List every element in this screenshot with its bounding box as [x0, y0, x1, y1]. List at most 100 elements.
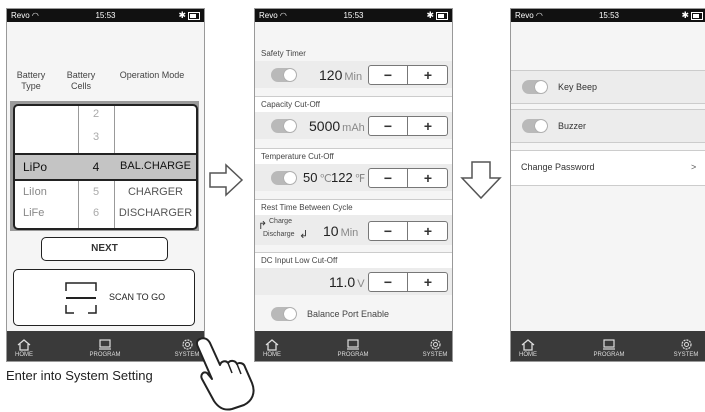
- key-beep-label: Key Beep: [558, 82, 598, 92]
- picker-cell-2[interactable]: 2: [78, 108, 114, 120]
- nav-system[interactable]: SYSTEM: [661, 338, 705, 358]
- status-time: 15:53: [95, 11, 116, 20]
- plus-button[interactable]: +: [409, 222, 447, 240]
- minus-button[interactable]: −: [369, 222, 408, 240]
- temperature-celsius: 50 ℃: [303, 170, 332, 185]
- gear-icon: [429, 339, 441, 350]
- picker-mode-charger[interactable]: CHARGER: [115, 186, 196, 198]
- home-icon: [17, 339, 31, 351]
- change-password-row[interactable]: Change Password >: [511, 150, 705, 186]
- dc-input-value: 11.0 V: [329, 274, 365, 290]
- nav-system-label: SYSTEM: [422, 352, 448, 358]
- screen-system-setting: Revo ◠ 15:53 ✱ Key Beep Buzzer Change Pa…: [510, 8, 705, 362]
- picker-cell-3[interactable]: 3: [78, 131, 114, 143]
- bottom-nav: HOME PROGRAM SYSTEM: [7, 331, 204, 361]
- plus-button[interactable]: +: [409, 273, 447, 291]
- temperature-fahrenheit: 122 ℉: [331, 170, 366, 185]
- picker-type-liion[interactable]: LiIon: [23, 186, 47, 198]
- capacity-stepper[interactable]: − +: [368, 116, 448, 136]
- picker-frame: 2 3 LiPo 4 BAL.CHARGE LiIon 5 CHARGER Li…: [13, 104, 198, 230]
- nav-program-label: PROGRAM: [337, 352, 369, 358]
- temperature-title: Temperature Cut-Off: [255, 148, 452, 165]
- dc-input-stepper[interactable]: − +: [368, 272, 448, 292]
- nav-home[interactable]: HOME: [511, 339, 553, 358]
- picker-cell-5[interactable]: 5: [78, 186, 114, 198]
- plus-button[interactable]: +: [409, 169, 447, 187]
- safety-timer-value: 120 Min: [319, 67, 363, 83]
- plus-button[interactable]: +: [409, 66, 447, 84]
- nav-home-label: HOME: [519, 352, 537, 358]
- minus-button[interactable]: −: [369, 66, 408, 84]
- charge-label: Charge: [269, 218, 292, 225]
- battery-icon: [436, 12, 448, 20]
- minus-button[interactable]: −: [369, 169, 408, 187]
- nav-home-label: HOME: [15, 352, 33, 358]
- status-bar: Revo ◠ 15:53 ✱: [7, 9, 204, 22]
- key-beep-row: Key Beep: [511, 70, 705, 104]
- program-icon: [603, 339, 615, 350]
- gear-icon: [680, 339, 692, 350]
- bluetooth-icon: ✱: [178, 10, 186, 20]
- safety-timer-row: 120 Min − +: [255, 61, 452, 88]
- discharge-label: Discharge: [263, 231, 295, 238]
- rest-time-row: ↱ Charge Discharge ↲ 10 Min − +: [255, 215, 452, 245]
- plus-button[interactable]: +: [409, 117, 447, 135]
- capacity-title: Capacity Cut-Off: [255, 96, 452, 113]
- dc-input-title: DC Input Low Cut-Off: [255, 252, 452, 269]
- picker-mode-discharger[interactable]: DISCHARGER: [115, 207, 196, 219]
- minus-button[interactable]: −: [369, 273, 408, 291]
- picker-selected-row[interactable]: LiPo 4 BAL.CHARGE: [15, 153, 196, 181]
- scan-to-go-label: SCAN TO GO: [109, 292, 166, 302]
- buzzer-label: Buzzer: [558, 121, 587, 131]
- safety-timer-title: Safety Timer: [261, 49, 306, 58]
- safety-timer-toggle[interactable]: [271, 68, 297, 82]
- selected-type: LiPo: [23, 160, 48, 174]
- capacity-value: 5000 mAh: [309, 118, 365, 134]
- discharge-icon: ↲: [299, 229, 309, 241]
- nav-program[interactable]: PROGRAM: [584, 339, 634, 358]
- nav-home[interactable]: HOME: [7, 339, 49, 358]
- bluetooth-icon: ✱: [681, 10, 689, 20]
- bluetooth-icon: ✱: [426, 10, 434, 20]
- picker-cell-6[interactable]: 6: [78, 207, 114, 219]
- hand-pointer-icon: [195, 337, 255, 411]
- safety-timer-stepper[interactable]: − +: [368, 65, 448, 85]
- nav-system[interactable]: SYSTEM: [410, 338, 452, 358]
- status-time: 15:53: [343, 11, 364, 20]
- nav-program-label: PROGRAM: [89, 352, 121, 358]
- battery-icon: [691, 12, 703, 20]
- caption: Enter into System Setting: [6, 368, 153, 383]
- dc-input-row: 11.0 V − +: [255, 268, 452, 295]
- program-icon: [347, 339, 359, 350]
- screen-program-select: Revo ◠ 15:53 ✱ Battery Type Battery Cell…: [6, 8, 205, 362]
- picker-type-life[interactable]: LiFe: [23, 207, 44, 219]
- program-picker[interactable]: 2 3 LiPo 4 BAL.CHARGE LiIon 5 CHARGER Li…: [10, 101, 199, 231]
- capacity-toggle[interactable]: [271, 119, 297, 133]
- rest-time-value: 10 Min: [323, 223, 359, 239]
- balance-port-label: Balance Port Enable: [307, 309, 390, 319]
- scan-to-go-button[interactable]: SCAN TO GO: [13, 269, 195, 326]
- nav-program[interactable]: PROGRAM: [80, 339, 130, 358]
- buzzer-row: Buzzer: [511, 109, 705, 143]
- minus-button[interactable]: −: [369, 117, 408, 135]
- change-password-label: Change Password: [521, 162, 595, 172]
- balance-port-toggle[interactable]: [271, 307, 297, 321]
- status-time: 15:53: [598, 11, 620, 20]
- nav-program[interactable]: PROGRAM: [328, 339, 378, 358]
- temperature-row: 50 ℃ 122 ℉ − +: [255, 164, 452, 191]
- temperature-stepper[interactable]: − +: [368, 168, 448, 188]
- rest-time-title: Rest Time Between Cycle: [255, 199, 452, 216]
- bottom-nav: HOME PROGRAM SYSTEM: [255, 331, 452, 361]
- screen-program-settings: Revo ◠ 15:53 ✱ Safety Timer 120 Min − + Ca…: [254, 8, 453, 362]
- temperature-toggle[interactable]: [271, 171, 297, 185]
- battery-icon: [188, 12, 200, 20]
- rest-time-stepper[interactable]: − +: [368, 221, 448, 241]
- program-icon: [99, 339, 111, 350]
- buzzer-toggle[interactable]: [522, 119, 548, 133]
- key-beep-toggle[interactable]: [522, 80, 548, 94]
- status-bar: Revo ◠ 15:53 ✱: [255, 9, 452, 22]
- nav-program-label: PROGRAM: [593, 352, 625, 358]
- arrow-down-icon: [460, 161, 502, 200]
- next-button[interactable]: NEXT: [41, 237, 168, 261]
- balance-port-row: Balance Port Enable: [255, 299, 452, 329]
